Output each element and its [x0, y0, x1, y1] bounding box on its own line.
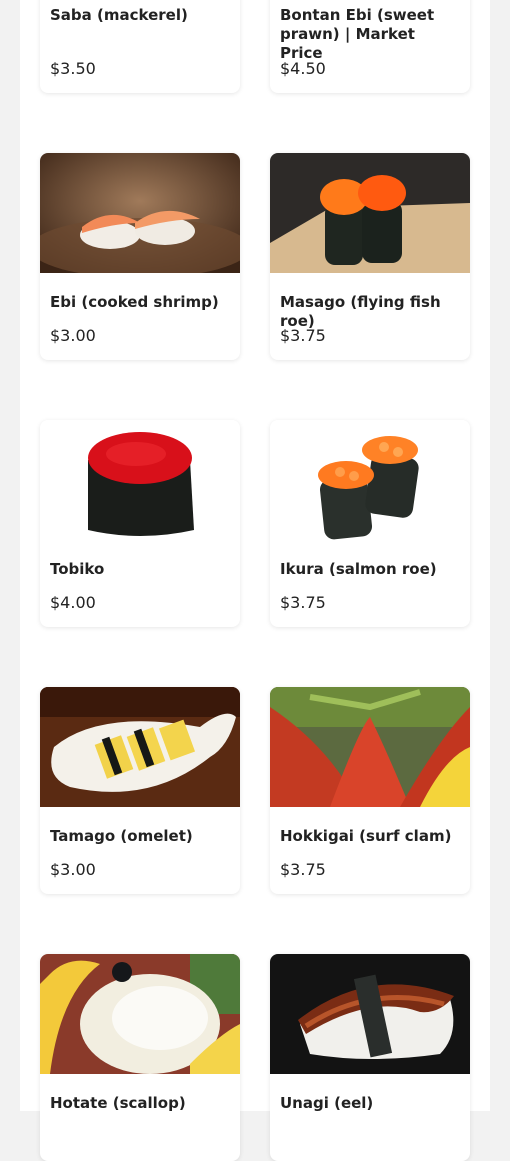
item-price: $3.50	[50, 59, 96, 78]
item-name: Tobiko	[50, 560, 105, 578]
item-name: Hotate (scallop)	[50, 1094, 186, 1112]
unagi-photo	[270, 954, 470, 1074]
menu-item-card[interactable]: Tobiko $4.00	[40, 420, 240, 627]
tamago-photo	[40, 687, 240, 807]
item-price: $3.75	[280, 593, 326, 612]
item-price: $3.00	[50, 326, 96, 345]
menu-item-card[interactable]: Bontan Ebi (sweet prawn) | Market Price …	[270, 0, 470, 93]
item-name: Ikura (salmon roe)	[280, 560, 437, 578]
hotate-photo	[40, 954, 240, 1074]
menu-item-card[interactable]: Hotate (scallop)	[40, 954, 240, 1161]
ikura-photo	[270, 420, 470, 540]
menu-item-card[interactable]: Masago (flying fish roe) $3.75	[270, 153, 470, 360]
menu-page: Saba (mackerel) $3.50 Bontan Ebi (sweet …	[20, 0, 490, 1161]
item-price: $3.75	[280, 326, 326, 345]
item-price: $4.00	[50, 593, 96, 612]
item-price: $4.50	[280, 59, 326, 78]
hokkigai-photo	[270, 687, 470, 807]
menu-item-card[interactable]: Ebi (cooked shrimp) $3.00	[40, 153, 240, 360]
menu-item-card[interactable]: Hokkigai (surf clam) $3.75	[270, 687, 470, 894]
item-name: Saba (mackerel)	[50, 6, 188, 24]
item-name: Tamago (omelet)	[50, 827, 193, 845]
menu-item-card[interactable]: Ikura (salmon roe) $3.75	[270, 420, 470, 627]
item-name: Unagi (eel)	[280, 1094, 374, 1112]
menu-item-card[interactable]: Unagi (eel)	[270, 954, 470, 1161]
item-price: $3.00	[50, 860, 96, 879]
menu-item-card[interactable]: Saba (mackerel) $3.50	[40, 0, 240, 93]
item-name: Ebi (cooked shrimp)	[50, 293, 219, 311]
menu-item-card[interactable]: Tamago (omelet) $3.00	[40, 687, 240, 894]
item-name: Bontan Ebi (sweet prawn) | Market Price	[280, 6, 435, 62]
masago-photo	[270, 153, 470, 273]
item-price: $3.75	[280, 860, 326, 879]
tobiko-photo	[40, 420, 240, 540]
ebi-photo	[40, 153, 240, 273]
item-name: Hokkigai (surf clam)	[280, 827, 452, 845]
